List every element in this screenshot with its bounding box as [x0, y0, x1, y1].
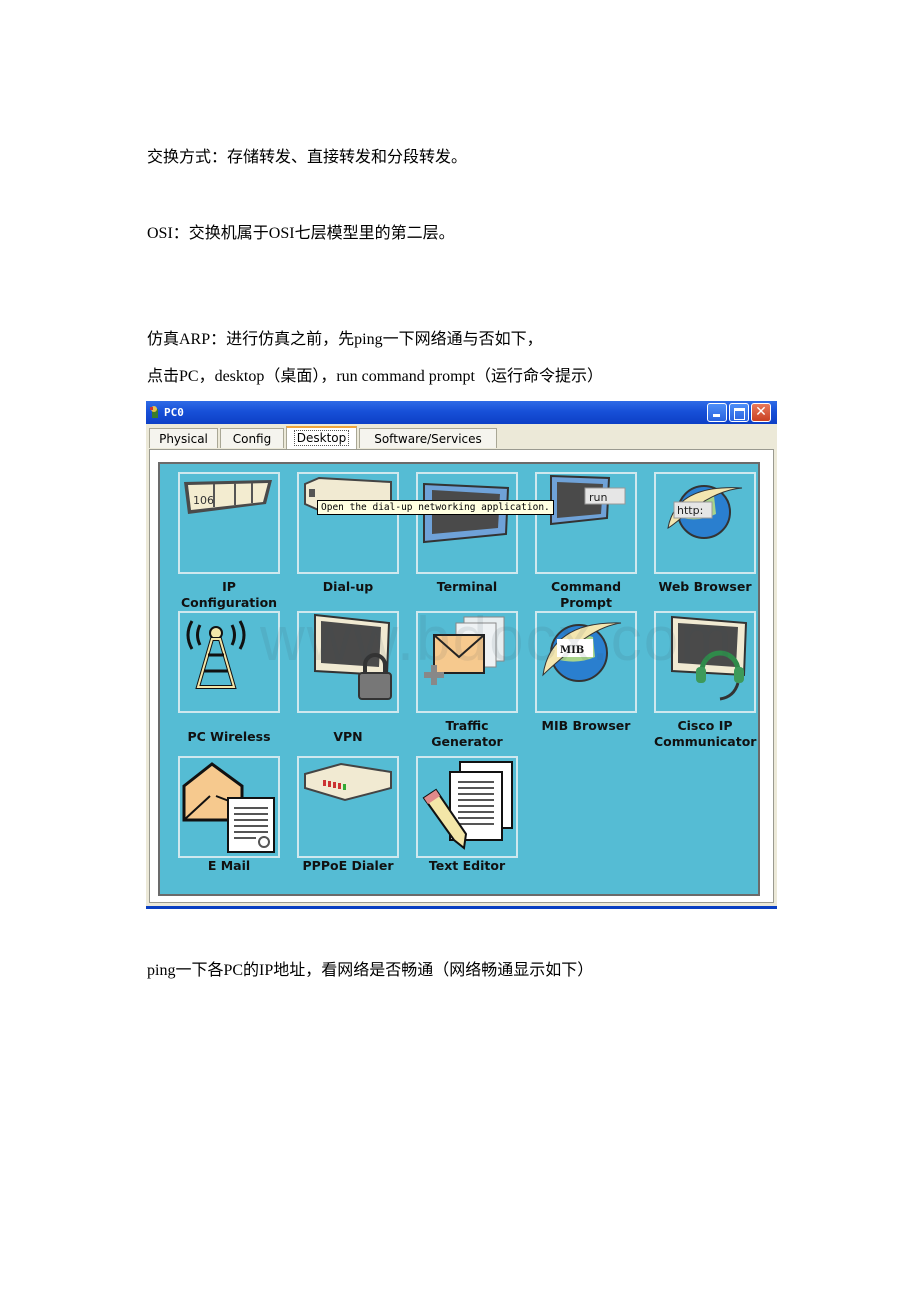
app-mib-browser[interactable]: MIB MIB Browser	[535, 611, 637, 734]
vpn-lock-icon	[314, 613, 392, 700]
app-text-editor[interactable]: Text Editor	[416, 756, 518, 874]
app-vpn[interactable]: VPN	[297, 611, 399, 745]
minimize-button[interactable]	[707, 403, 727, 422]
pc-app-icon	[150, 406, 158, 418]
tab-software-services[interactable]: Software/Services	[359, 428, 497, 448]
pppoe-dialer-icon	[304, 762, 392, 802]
tooltip: Open the dial-up networking application.	[317, 500, 554, 515]
web-browser-icon: http:	[667, 485, 743, 539]
app-command-prompt[interactable]: run Command Prompt	[535, 472, 637, 611]
paragraph-switching-modes: 交换方式：存储转发、直接转发和分段转发。	[147, 149, 468, 166]
pc0-window: PC0 ✕ Physical Config Desktop Software/S…	[146, 401, 777, 909]
svg-text:MIB: MIB	[560, 645, 584, 656]
app-ip-configuration[interactable]: 106 IP Configuration	[178, 472, 280, 611]
tab-desktop[interactable]: Desktop	[286, 426, 357, 449]
app-label: VPN	[333, 729, 363, 744]
app-label: Terminal	[436, 579, 498, 594]
headset-monitor-icon	[671, 615, 748, 701]
paragraph-arp-simulation: 仿真ARP：进行仿真之前，先ping一下网络通与否如下，	[147, 331, 543, 348]
app-label: IP Configuration	[180, 579, 278, 610]
email-icon	[182, 762, 275, 853]
ip-config-icon: 106	[184, 480, 272, 514]
app-traffic-generator[interactable]: Traffic Generator	[416, 611, 518, 750]
app-pc-wireless[interactable]: PC Wireless	[178, 611, 280, 745]
wireless-tower-icon	[186, 620, 246, 689]
tab-config[interactable]: Config	[220, 428, 284, 448]
paragraph-instructions: 点击PC，desktop（桌面），run command prompt（运行命令…	[147, 368, 603, 385]
svg-text:106: 106	[193, 494, 214, 507]
app-pppoe-dialer[interactable]: PPPoE Dialer	[297, 756, 399, 874]
app-label: PC Wireless	[187, 729, 271, 744]
app-terminal[interactable]: Terminal	[416, 472, 518, 595]
paragraph-osi-layer: OSI：交换机属于OSI七层模型里的第二层。	[147, 225, 455, 242]
app-label: Cisco IP Communicator	[654, 718, 757, 749]
traffic-generator-icon	[424, 616, 505, 685]
app-label: Web Browser	[658, 579, 752, 594]
window-title: PC0	[164, 406, 184, 419]
paragraph-ping-result: ping一下各PC的IP地址，看网络是否畅通（网络畅通显示如下）	[147, 962, 594, 979]
svg-text:http:: http:	[677, 504, 703, 517]
close-button[interactable]: ✕	[751, 403, 771, 422]
app-label: Traffic Generator	[431, 718, 503, 749]
mib-browser-icon: MIB	[542, 622, 622, 682]
app-web-browser[interactable]: http: Web Browser	[654, 472, 756, 595]
tab-physical[interactable]: Physical	[149, 428, 218, 448]
app-label: Text Editor	[428, 858, 506, 873]
app-email[interactable]: E Mail	[178, 756, 280, 874]
desktop-grid: www.bdocx.com 106 IP Configuration	[158, 462, 760, 896]
svg-text:run: run	[589, 491, 607, 504]
desktop-pane: www.bdocx.com 106 IP Configuration	[149, 449, 774, 903]
close-icon: ✕	[755, 404, 767, 420]
command-prompt-icon: run	[550, 474, 626, 526]
app-label: PPPoE Dialer	[302, 858, 394, 873]
app-label: MIB Browser	[541, 718, 631, 733]
modem-icon	[304, 476, 392, 514]
title-bar[interactable]: PC0 ✕	[146, 401, 777, 424]
text-editor-icon	[422, 761, 513, 850]
app-cisco-ip-communicator[interactable]: Cisco IP Communicator	[654, 611, 756, 750]
app-label: E Mail	[207, 858, 251, 873]
terminal-icon	[423, 482, 510, 544]
app-dial-up[interactable]: Dial-up	[297, 472, 399, 595]
maximize-button[interactable]	[729, 403, 749, 422]
app-label: Dial-up	[322, 579, 374, 594]
app-label: Command Prompt	[550, 579, 622, 610]
